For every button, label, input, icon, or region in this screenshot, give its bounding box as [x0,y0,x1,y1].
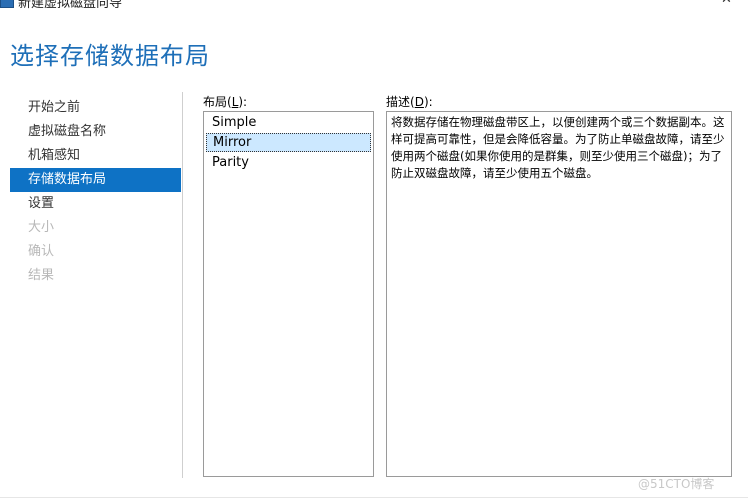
bottom-divider [0,497,748,498]
window-title: 新建虚拟磁盘向导 [18,0,123,10]
close-button[interactable]: ✕ [721,0,732,7]
layout-label-text: 布局( [203,95,232,109]
nav-step-enclosure-awareness[interactable]: 机箱感知 [10,144,181,168]
description-accesskey: D [414,95,424,109]
title-bar: 新建虚拟磁盘向导 — ✕ [0,0,748,10]
nav-step-settings[interactable]: 设置 [10,192,181,216]
minimize-button[interactable]: — [680,0,693,7]
description-label-end: ): [423,95,433,109]
nav-step-before-you-begin[interactable]: 开始之前 [10,96,181,120]
description-box: 将数据存储在物理磁盘带区上，以便创建两个或三个数据副本。这样可提高可靠性，但是会… [386,111,732,477]
nav-step-size: 大小 [28,220,55,235]
description-label: 描述(D): [386,93,433,110]
nav-step-virtual-disk-name[interactable]: 虚拟磁盘名称 [10,120,181,144]
watermark: @51CTO博客 [638,477,715,491]
layout-option-mirror[interactable]: Mirror [206,133,371,152]
app-icon [0,0,14,8]
nav-divider [182,92,183,478]
nav-step-storage-layout[interactable]: 存储数据布局 [10,168,181,192]
nav-step-results: 结果 [28,268,55,283]
layout-option-parity[interactable]: Parity [206,153,371,172]
description-label-text: 描述( [386,95,415,109]
page-title: 选择存储数据布局 [10,42,210,70]
layout-label: 布局(L): [203,93,247,110]
description-text: 将数据存储在物理磁盘带区上，以便创建两个或三个数据副本。这样可提高可靠性，但是会… [391,115,725,180]
layout-label-end: ): [238,95,248,109]
nav-step-confirmation: 确认 [28,244,55,259]
layout-listbox[interactable]: Simple Mirror Parity [203,111,374,477]
wizard-steps-nav: 开始之前 虚拟磁盘名称 机箱感知 存储数据布局 设置 大小 确认 结果 [10,96,181,288]
layout-option-simple[interactable]: Simple [206,113,371,132]
